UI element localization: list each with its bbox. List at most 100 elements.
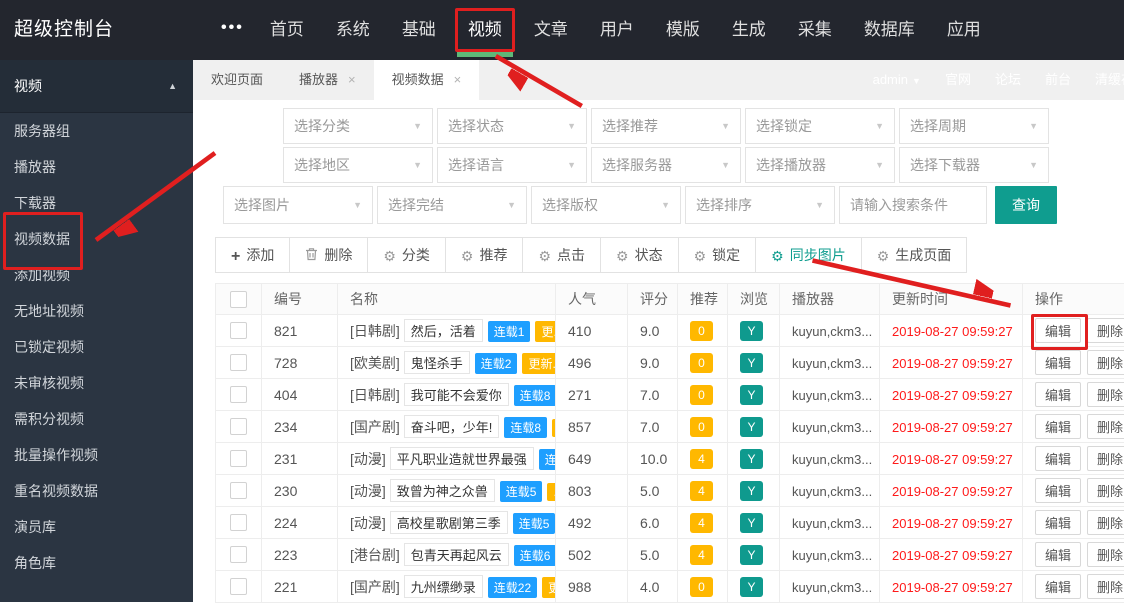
sidebar-item-10[interactable]: 批量操作视频 bbox=[0, 437, 193, 473]
filter-select-选择图片[interactable]: 选择图片▼ bbox=[223, 186, 373, 224]
topnav-item-11[interactable]: 应用 bbox=[933, 0, 995, 60]
row-checkbox[interactable] bbox=[230, 546, 247, 563]
toolbar-button-添加[interactable]: +添加 bbox=[215, 237, 290, 273]
sidebar-item-7[interactable]: 已锁定视频 bbox=[0, 329, 193, 365]
row-checkbox[interactable] bbox=[230, 482, 247, 499]
toolbar-button-点击[interactable]: ⚙点击 bbox=[522, 237, 601, 273]
filter-select-选择完结[interactable]: 选择完结▼ bbox=[377, 186, 527, 224]
row-checkbox[interactable] bbox=[230, 418, 247, 435]
delete-button[interactable]: 删除 bbox=[1087, 350, 1124, 375]
col-header-views: 人气 bbox=[556, 284, 628, 315]
toolbar-button-同步图片[interactable]: ⚙同步图片 bbox=[755, 237, 862, 273]
edit-button[interactable]: 编辑 bbox=[1035, 478, 1081, 503]
delete-button[interactable]: 删除 bbox=[1087, 414, 1124, 439]
filter-select-选择下载器[interactable]: 选择下载器▼ bbox=[899, 147, 1049, 183]
topnav-item-6[interactable]: 用户 bbox=[586, 0, 648, 60]
row-checkbox[interactable] bbox=[230, 578, 247, 595]
row-checkbox[interactable] bbox=[230, 322, 247, 339]
edit-button[interactable]: 编辑 bbox=[1035, 382, 1081, 407]
edit-button[interactable]: 编辑 bbox=[1035, 414, 1081, 439]
browse-cell: Y bbox=[728, 347, 780, 379]
toolbar-button-状态[interactable]: ⚙状态 bbox=[600, 237, 679, 273]
delete-button[interactable]: 删除 bbox=[1087, 510, 1124, 535]
sidebar-item-5[interactable]: 添加视频 bbox=[0, 257, 193, 293]
filter-select-选择状态[interactable]: 选择状态▼ bbox=[437, 108, 587, 144]
sidebar-item-label: 角色库 bbox=[14, 545, 56, 581]
sidebar-item-1[interactable]: 服务器组 bbox=[0, 113, 193, 149]
toolbar-button-生成页面[interactable]: ⚙生成页面 bbox=[861, 237, 968, 273]
filter-select-选择地区[interactable]: 选择地区▼ bbox=[283, 147, 433, 183]
delete-button[interactable]: 删除 bbox=[1087, 574, 1124, 599]
tab-close-icon[interactable]: × bbox=[454, 72, 462, 87]
filter-select-选择版权[interactable]: 选择版权▼ bbox=[531, 186, 681, 224]
user-link-3[interactable]: 论坛 bbox=[995, 60, 1021, 100]
topnav-item-1[interactable]: 首页 bbox=[256, 0, 318, 60]
sidebar-item-12[interactable]: 演员库 bbox=[0, 509, 193, 545]
delete-button[interactable]: 删除 bbox=[1087, 382, 1124, 407]
edit-button[interactable]: 编辑 bbox=[1035, 318, 1081, 343]
row-checkbox[interactable] bbox=[230, 450, 247, 467]
player-cell: kuyun,ckm3... bbox=[780, 443, 880, 475]
tab-1[interactable]: 欢迎页面 bbox=[193, 60, 281, 100]
toolbar-button-锁定[interactable]: ⚙锁定 bbox=[678, 237, 757, 273]
query-button[interactable]: 查询 bbox=[995, 186, 1057, 224]
filter-select-选择分类[interactable]: 选择分类▼ bbox=[283, 108, 433, 144]
edit-button[interactable]: 编辑 bbox=[1035, 446, 1081, 471]
filter-select-选择播放器[interactable]: 选择播放器▼ bbox=[745, 147, 895, 183]
sidebar-item-9[interactable]: 需积分视频 bbox=[0, 401, 193, 437]
sidebar-item-8[interactable]: 未审核视频 bbox=[0, 365, 193, 401]
sidebar-item-11[interactable]: 重名视频数据 bbox=[0, 473, 193, 509]
delete-button[interactable]: 删除 bbox=[1087, 542, 1124, 567]
topnav-item-10[interactable]: 数据库 bbox=[850, 0, 929, 60]
edit-button[interactable]: 编辑 bbox=[1035, 510, 1081, 535]
select-all-checkbox[interactable] bbox=[230, 291, 247, 308]
sidebar-group-video[interactable]: 视频 ▲ bbox=[0, 60, 193, 113]
delete-button[interactable]: 删除 bbox=[1087, 318, 1124, 343]
topnav-item-8[interactable]: 生成 bbox=[718, 0, 780, 60]
sidebar-item-3[interactable]: 下载器 bbox=[0, 185, 193, 221]
topnav-item-5[interactable]: 文章 bbox=[520, 0, 582, 60]
filter-select-选择服务器[interactable]: 选择服务器▼ bbox=[591, 147, 741, 183]
category-label: [日韩剧] bbox=[350, 387, 400, 403]
toolbar-button-label: 分类 bbox=[402, 247, 430, 263]
sidebar-item-6[interactable]: 无地址视频 bbox=[0, 293, 193, 329]
sidebar-item-13[interactable]: 角色库 bbox=[0, 545, 193, 581]
toolbar-button-分类[interactable]: ⚙分类 bbox=[367, 237, 446, 273]
row-checkbox[interactable] bbox=[230, 386, 247, 403]
filter-select-选择推荐[interactable]: 选择推荐▼ bbox=[591, 108, 741, 144]
user-link-5[interactable]: 清缓存 bbox=[1095, 60, 1124, 100]
more-menu-icon[interactable]: ••• bbox=[221, 0, 244, 60]
filter-select-选择语言[interactable]: 选择语言▼ bbox=[437, 147, 587, 183]
update-badge: 更... bbox=[535, 321, 555, 342]
select-value: 选择分类 bbox=[294, 116, 350, 136]
toolbar-button-删除[interactable]: 删除 bbox=[289, 237, 368, 273]
row-checkbox[interactable] bbox=[230, 514, 247, 531]
topnav-item-2[interactable]: 系统 bbox=[322, 0, 384, 60]
delete-button[interactable]: 删除 bbox=[1087, 478, 1124, 503]
user-link-2[interactable]: 官网 bbox=[945, 60, 971, 100]
topnav-item-7[interactable]: 模版 bbox=[652, 0, 714, 60]
topnav-item-4[interactable]: 视频 bbox=[454, 0, 516, 60]
gear-icon: ⚙ bbox=[771, 239, 784, 273]
edit-button[interactable]: 编辑 bbox=[1035, 542, 1081, 567]
browse-badge: Y bbox=[740, 481, 763, 501]
topnav-item-3[interactable]: 基础 bbox=[388, 0, 450, 60]
user-link-1[interactable]: admin▼ bbox=[873, 60, 921, 101]
row-checkbox[interactable] bbox=[230, 354, 247, 371]
edit-button[interactable]: 编辑 bbox=[1035, 350, 1081, 375]
sidebar-item-4[interactable]: 视频数据 bbox=[0, 221, 193, 257]
category-label: [国产剧] bbox=[350, 579, 400, 595]
edit-button[interactable]: 编辑 bbox=[1035, 574, 1081, 599]
tab-close-icon[interactable]: × bbox=[348, 72, 356, 87]
filter-select-选择排序[interactable]: 选择排序▼ bbox=[685, 186, 835, 224]
tab-2[interactable]: 播放器× bbox=[281, 60, 374, 100]
topnav-item-9[interactable]: 采集 bbox=[784, 0, 846, 60]
delete-button[interactable]: 删除 bbox=[1087, 446, 1124, 471]
toolbar-button-推荐[interactable]: ⚙推荐 bbox=[445, 237, 524, 273]
filter-select-选择周期[interactable]: 选择周期▼ bbox=[899, 108, 1049, 144]
user-link-4[interactable]: 前台 bbox=[1045, 60, 1071, 100]
sidebar-item-2[interactable]: 播放器 bbox=[0, 149, 193, 185]
filter-select-选择锁定[interactable]: 选择锁定▼ bbox=[745, 108, 895, 144]
tab-3[interactable]: 视频数据× bbox=[374, 60, 480, 100]
search-input[interactable] bbox=[839, 186, 987, 224]
